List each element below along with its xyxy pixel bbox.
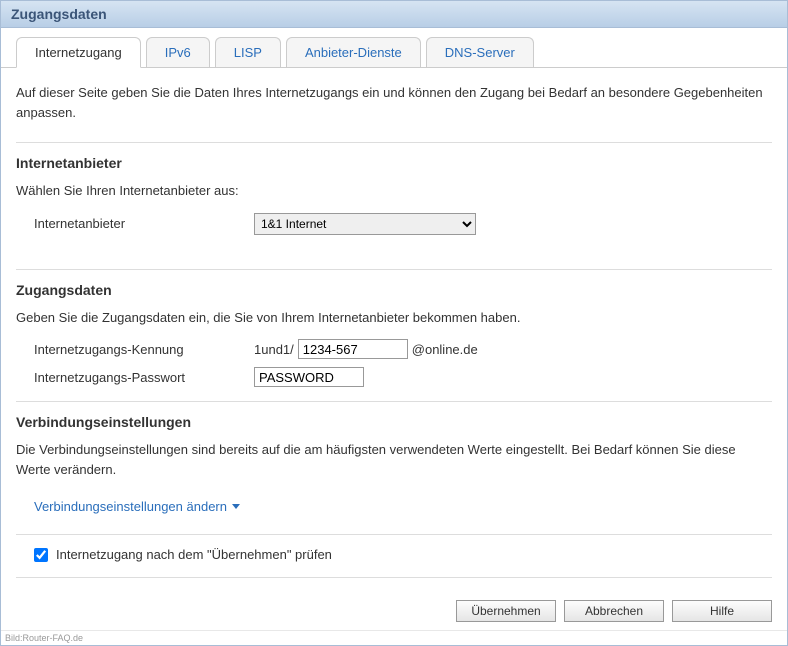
- credentials-title: Zugangsdaten: [16, 282, 772, 298]
- connection-desc: Die Verbindungseinstellungen sind bereit…: [16, 440, 772, 479]
- tab-dns-server[interactable]: DNS-Server: [426, 37, 534, 67]
- divider: [16, 577, 772, 578]
- tab-internetzugang[interactable]: Internetzugang: [16, 37, 141, 68]
- connection-settings-toggle[interactable]: Verbindungseinstellungen ändern: [16, 499, 240, 514]
- tab-anbieter-dienste[interactable]: Anbieter-Dienste: [286, 37, 421, 67]
- content: Internetzugang IPv6 LISP Anbieter-Dienst…: [1, 33, 787, 645]
- username-suffix: @online.de: [412, 342, 478, 357]
- divider: [16, 534, 772, 535]
- intro-text: Auf dieser Seite geben Sie die Daten Ihr…: [16, 83, 772, 122]
- tab-ipv6[interactable]: IPv6: [146, 37, 210, 67]
- toggle-label: Verbindungseinstellungen ändern: [34, 499, 227, 514]
- window-title: Zugangsdaten: [1, 1, 787, 28]
- chevron-down-icon: [232, 504, 240, 509]
- provider-desc: Wählen Sie Ihren Internetanbieter aus:: [16, 181, 772, 201]
- tab-lisp[interactable]: LISP: [215, 37, 281, 67]
- divider: [16, 269, 772, 270]
- config-window: Zugangsdaten Internetzugang IPv6 LISP An…: [0, 0, 788, 646]
- help-button[interactable]: Hilfe: [672, 600, 772, 622]
- username-input[interactable]: [298, 339, 408, 359]
- provider-label: Internetanbieter: [34, 216, 254, 231]
- check-after-apply-checkbox[interactable]: [34, 548, 48, 562]
- divider: [16, 401, 772, 402]
- check-after-apply-row: Internetzugang nach dem "Übernehmen" prü…: [16, 547, 772, 562]
- tab-bar: Internetzugang IPv6 LISP Anbieter-Dienst…: [1, 33, 787, 68]
- username-row: Internetzugangs-Kennung 1und1/ @online.d…: [16, 339, 772, 359]
- provider-row: Internetanbieter 1&1 Internet: [16, 213, 772, 235]
- footer-credit: Bild:Router-FAQ.de: [1, 630, 787, 645]
- password-label: Internetzugangs-Passwort: [34, 370, 254, 385]
- check-after-apply-label: Internetzugang nach dem "Übernehmen" prü…: [56, 547, 332, 562]
- credentials-desc: Geben Sie die Zugangsdaten ein, die Sie …: [16, 308, 772, 328]
- divider: [16, 142, 772, 143]
- apply-button[interactable]: Übernehmen: [456, 600, 556, 622]
- password-row: Internetzugangs-Passwort: [16, 367, 772, 387]
- connection-title: Verbindungseinstellungen: [16, 414, 772, 430]
- main-panel: Auf dieser Seite geben Sie die Daten Ihr…: [1, 68, 787, 600]
- password-input[interactable]: [254, 367, 364, 387]
- username-prefix: 1und1/: [254, 342, 294, 357]
- provider-title: Internetanbieter: [16, 155, 772, 171]
- provider-select[interactable]: 1&1 Internet: [254, 213, 476, 235]
- username-label: Internetzugangs-Kennung: [34, 342, 254, 357]
- button-bar: Übernehmen Abbrechen Hilfe: [1, 600, 787, 630]
- cancel-button[interactable]: Abbrechen: [564, 600, 664, 622]
